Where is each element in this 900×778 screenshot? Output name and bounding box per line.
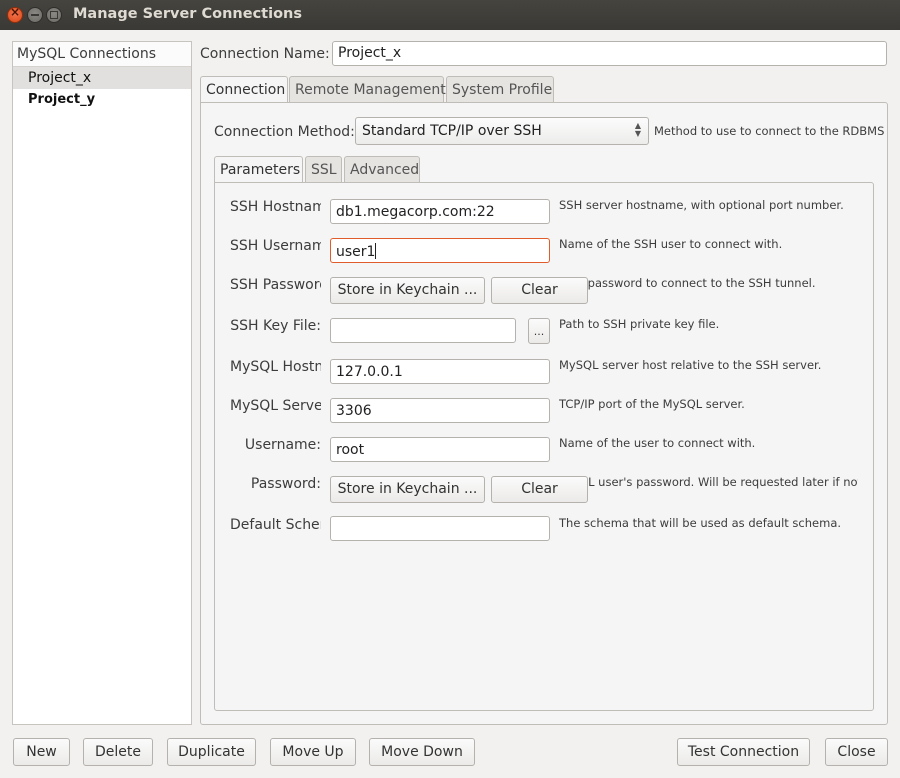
- tab-ssl[interactable]: SSL: [305, 156, 342, 183]
- tab-connection[interactable]: Connection: [200, 76, 288, 104]
- username-input[interactable]: root: [330, 437, 550, 462]
- new-button[interactable]: New: [13, 738, 70, 766]
- close-icon[interactable]: [7, 5, 23, 23]
- ssh-hostname-help: SSH server hostname, with optional port …: [559, 198, 844, 212]
- store-keychain-button[interactable]: Store in Keychain ...: [330, 476, 485, 503]
- connections-list-header: MySQL Connections: [13, 42, 191, 67]
- connection-item-project-x[interactable]: Project_x: [13, 67, 191, 89]
- maximize-icon[interactable]: [46, 7, 62, 23]
- ssh-clear-password-button[interactable]: Clear: [491, 277, 588, 304]
- clear-password-button[interactable]: Clear: [491, 476, 588, 503]
- tab-advanced[interactable]: Advanced: [344, 156, 420, 183]
- connection-method-value: Standard TCP/IP over SSH: [362, 123, 542, 139]
- connection-name-input[interactable]: Project_x: [332, 41, 887, 66]
- move-down-button[interactable]: Move Down: [369, 738, 475, 766]
- tab-remote-management[interactable]: Remote Management: [289, 76, 446, 103]
- default-schema-label: Default Schema:: [230, 517, 321, 533]
- ssh-key-file-input[interactable]: [330, 318, 516, 343]
- tab-system-profile[interactable]: System Profile: [446, 76, 554, 103]
- duplicate-button[interactable]: Duplicate: [167, 738, 256, 766]
- ssh-username-label: SSH Username:: [230, 238, 321, 254]
- username-help: Name of the user to connect with.: [559, 436, 756, 450]
- username-label: Username:: [244, 437, 321, 453]
- connection-item-project-y[interactable]: Project_y: [13, 89, 191, 111]
- tab-parameters[interactable]: Parameters: [214, 156, 303, 183]
- default-schema-input[interactable]: [330, 516, 550, 541]
- ssh-hostname-input[interactable]: db1.megacorp.com:22: [330, 199, 550, 224]
- ssh-username-value: user1: [336, 244, 376, 260]
- password-help: The MySQL user's password. Will be reque…: [559, 475, 858, 489]
- connection-method-label: Connection Method:: [214, 124, 355, 140]
- test-connection-button[interactable]: Test Connection: [677, 738, 810, 766]
- ssh-username-help: Name of the SSH user to connect with.: [559, 237, 783, 251]
- connection-name-label: Connection Name:: [200, 46, 330, 62]
- ssh-store-keychain-button[interactable]: Store in Keychain ...: [330, 277, 485, 304]
- ssh-key-file-label: SSH Key File:: [230, 318, 321, 334]
- connection-method-help: Method to use to connect to the RDBMS: [654, 124, 885, 138]
- mysql-hostname-input[interactable]: 127.0.0.1: [330, 359, 550, 384]
- window-title: Manage Server Connections: [73, 6, 302, 22]
- minimize-icon[interactable]: [27, 7, 43, 23]
- mysql-port-label: MySQL Server Port:: [230, 398, 321, 414]
- delete-button[interactable]: Delete: [83, 738, 153, 766]
- close-button[interactable]: Close: [825, 738, 888, 766]
- ssh-hostname-label: SSH Hostname:: [230, 199, 321, 215]
- connections-list: MySQL Connections Project_x Project_y: [12, 41, 192, 725]
- mysql-hostname-label: MySQL Hostname:: [230, 359, 321, 375]
- ssh-password-help: SSH user password to connect to the SSH …: [532, 276, 816, 290]
- browse-key-file-button[interactable]: ...: [528, 318, 550, 344]
- password-label: Password:: [250, 476, 321, 492]
- updown-arrows-icon: ▲ ▼: [634, 121, 641, 138]
- title-bar: Manage Server Connections: [0, 0, 900, 30]
- ssh-password-label: SSH Password:: [230, 277, 321, 293]
- default-schema-help: The schema that will be used as default …: [559, 516, 842, 530]
- mysql-port-help: TCP/IP port of the MySQL server.: [559, 397, 745, 411]
- mysql-hostname-help: MySQL server host relative to the SSH se…: [559, 358, 822, 372]
- mysql-port-input[interactable]: 3306: [330, 398, 550, 423]
- ssh-key-file-help: Path to SSH private key file.: [559, 317, 720, 331]
- connection-method-select[interactable]: Standard TCP/IP over SSH ▲ ▼: [355, 117, 649, 145]
- text-caret: [375, 243, 377, 259]
- ssh-username-input[interactable]: user1: [330, 238, 550, 263]
- move-up-button[interactable]: Move Up: [270, 738, 356, 766]
